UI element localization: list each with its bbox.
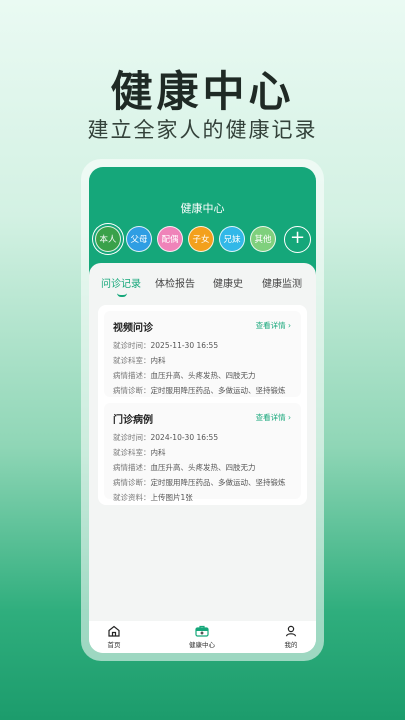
home-icon: [108, 625, 120, 637]
nav-home[interactable]: 首页: [89, 625, 139, 649]
tab-checkup-reports[interactable]: 体检报告: [155, 275, 195, 290]
record-item[interactable]: 门诊病例 查看详情 › 就诊时间：2024-10-30 16:55 就诊科室：内…: [104, 403, 301, 502]
record-item[interactable]: 视频问诊 查看详情 › 就诊时间：2025-11-30 16:55 就诊科室：内…: [104, 311, 301, 397]
member-other[interactable]: 其他: [250, 226, 276, 252]
chevron-right-icon: ›: [288, 321, 291, 330]
view-details-link[interactable]: 查看详情 ›: [256, 320, 291, 331]
record-line: 就诊科室：内科: [113, 448, 166, 457]
records-card: 视频问诊 查看详情 › 就诊时间：2025-11-30 16:55 就诊科室：内…: [98, 305, 307, 505]
chevron-right-icon: ›: [288, 413, 291, 422]
nav-profile[interactable]: 我的: [266, 625, 316, 649]
active-tab-indicator: [117, 293, 127, 297]
tab-health-monitoring[interactable]: 健康监测: [262, 275, 302, 290]
nav-health-center[interactable]: 健康中心: [177, 625, 227, 649]
tab-consultation-records[interactable]: 问诊记录: [101, 275, 141, 290]
record-tabs: 问诊记录 体检报告 健康史 健康监测: [89, 263, 316, 299]
medical-kit-icon: [195, 625, 209, 637]
record-line: 就诊资料：上传图片1张: [113, 493, 193, 502]
member-self[interactable]: 本人: [95, 226, 121, 252]
view-details-link[interactable]: 查看详情 ›: [256, 412, 291, 423]
member-children[interactable]: 子女: [188, 226, 214, 252]
record-line: 病情诊断：定时服用降压药品、多做运动、坚持锻炼: [113, 386, 286, 395]
member-spouse[interactable]: 配偶: [157, 226, 183, 252]
member-siblings[interactable]: 兄妹: [219, 226, 245, 252]
record-line: 病情诊断：定时服用降压药品、多做运动、坚持锻炼: [113, 478, 286, 487]
record-line: 病情描述：血压升高、头疼发热、四肢无力: [113, 463, 256, 472]
hero-title: 健康中心: [110, 67, 295, 116]
record-line: 就诊时间：2025-11-30 16:55: [113, 341, 219, 350]
phone-mockup: 健康中心 本人 父母 配偶 子女 兄妹 其他 + 问诊记录 体检报告 健康史 健…: [81, 159, 324, 661]
add-member-button[interactable]: +: [284, 226, 311, 253]
page-title: 健康中心: [180, 202, 225, 215]
app-header: 健康中心 本人 父母 配偶 子女 兄妹 其他 +: [89, 167, 316, 277]
tab-health-history[interactable]: 健康史: [213, 275, 243, 290]
app-screen: 健康中心 本人 父母 配偶 子女 兄妹 其他 + 问诊记录 体检报告 健康史 健…: [89, 167, 316, 653]
record-line: 就诊时间：2024-10-30 16:55: [113, 433, 219, 442]
user-icon: [285, 625, 297, 637]
record-line: 病情描述：血压升高、头疼发热、四肢无力: [113, 371, 256, 380]
bottom-nav: 首页 健康中心 我的: [89, 621, 316, 653]
member-selector: 本人 父母 配偶 子女 兄妹 其他 +: [95, 226, 312, 254]
member-parents[interactable]: 父母: [126, 226, 152, 252]
record-line: 就诊科室：内科: [113, 356, 166, 365]
hero-subtitle: 建立全家人的健康记录: [87, 118, 318, 142]
